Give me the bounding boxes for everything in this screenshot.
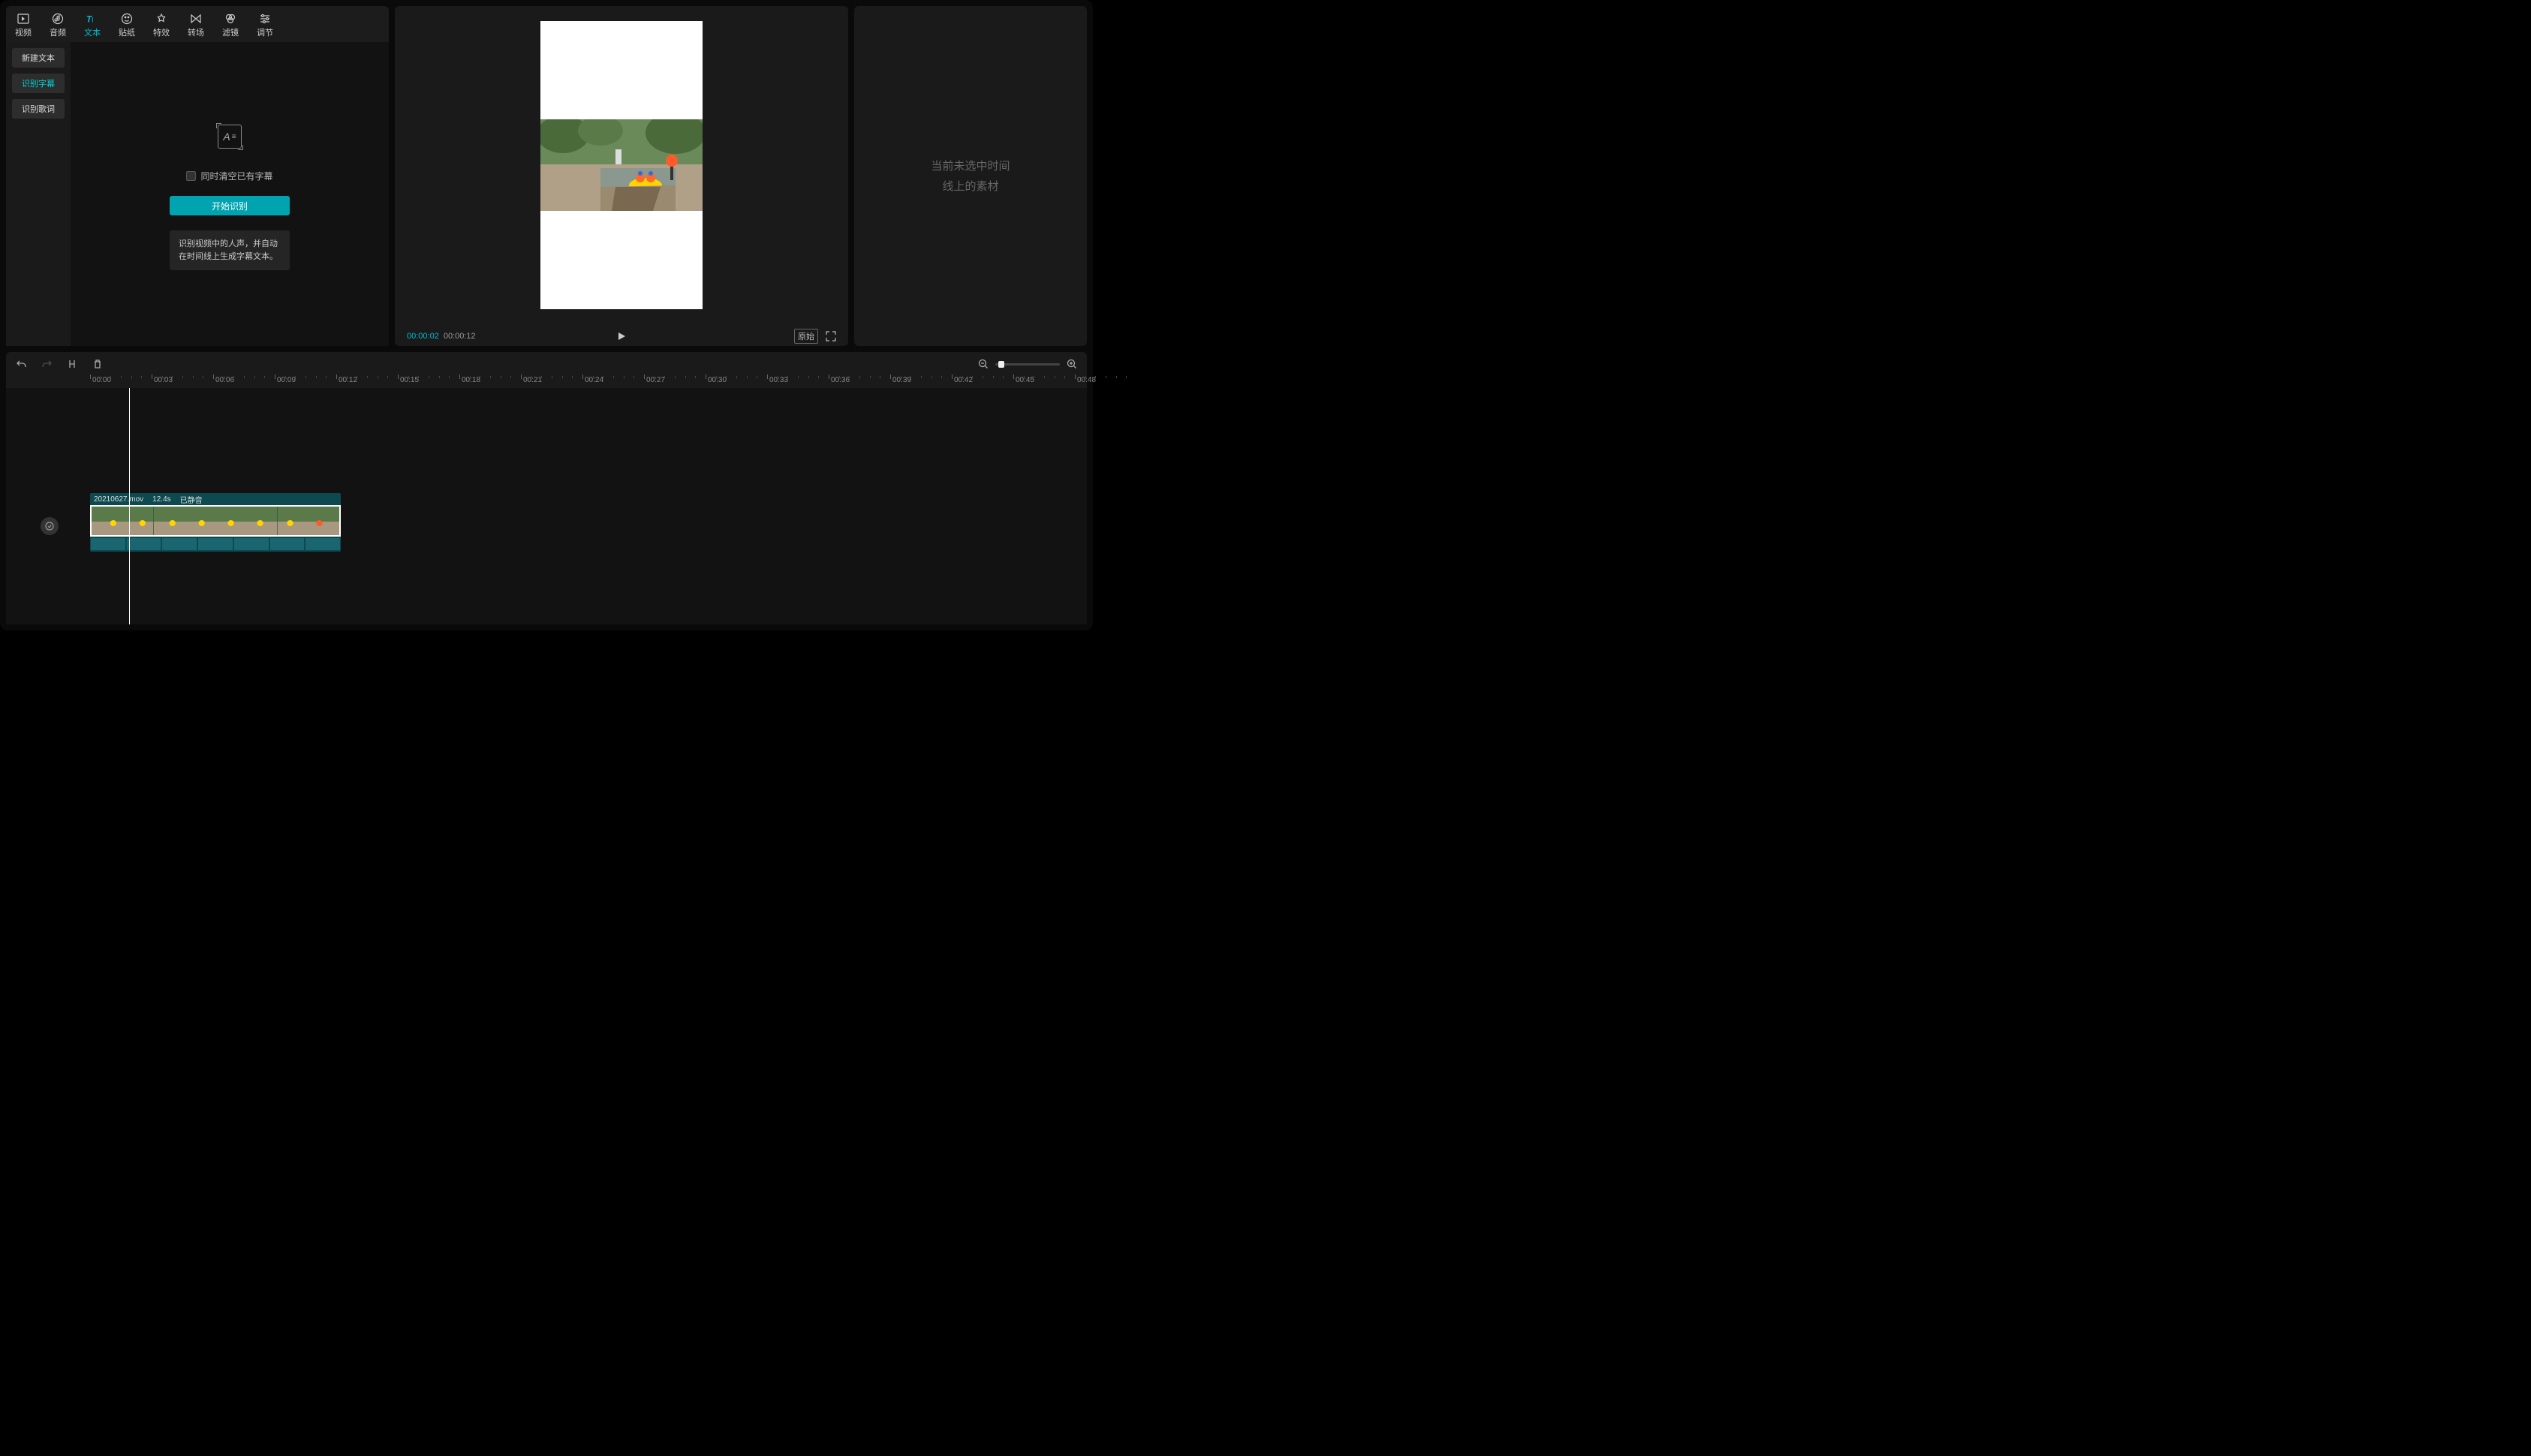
clear-existing-label: 同时清空已有字幕: [200, 170, 272, 182]
sidebar-item-label: 识别字幕: [22, 77, 55, 89]
clear-existing-row[interactable]: 同时清空已有字幕: [186, 170, 272, 182]
clip-header: 20210627.mov 12.4s 已静音: [90, 493, 341, 505]
split-icon[interactable]: [66, 358, 78, 370]
inspector-placeholder-line1: 当前未选中时间: [931, 156, 1010, 176]
timeline-panel: 00:0000:0300:0600:0900:1200:1500:1800:21…: [6, 352, 1087, 624]
top-row: 视频 音频 TI 文本: [6, 6, 1087, 346]
video-clip[interactable]: 20210627.mov 12.4s 已静音: [90, 493, 341, 552]
original-ratio-label: 原始: [798, 332, 814, 341]
sidebar-item-label: 新建文本: [22, 52, 55, 64]
tab-audio-label: 音频: [50, 26, 66, 38]
clip-duration: 12.4s: [152, 495, 170, 504]
start-recognize-label: 开始识别: [212, 200, 248, 212]
inspector-placeholder-line2: 线上的素材: [931, 176, 1010, 197]
timeline-zoom: [977, 358, 1078, 370]
fullscreen-icon[interactable]: [826, 331, 836, 341]
tab-effect-label: 特效: [153, 26, 170, 38]
svg-text:I: I: [92, 16, 93, 23]
zoom-out-icon[interactable]: [977, 358, 989, 370]
app-root: 视频 音频 TI 文本: [0, 0, 1093, 630]
tab-audio[interactable]: 音频: [41, 9, 75, 42]
track-toggle-icon[interactable]: [41, 517, 59, 535]
adjust-icon: [259, 13, 271, 25]
preview-right-controls: 原始: [794, 329, 836, 344]
transition-icon: [190, 13, 202, 25]
undo-icon[interactable]: [15, 358, 27, 370]
tab-effect[interactable]: 特效: [144, 9, 179, 42]
sidebar-item-label: 识别歌词: [22, 103, 55, 115]
sticker-icon: [121, 13, 133, 25]
redo-icon[interactable]: [41, 358, 53, 370]
timeline-toolbar: [6, 352, 1087, 376]
audio-icon: [52, 13, 64, 25]
inspector-placeholder: 当前未选中时间 线上的素材: [931, 156, 1010, 197]
tab-text-label: 文本: [84, 26, 101, 38]
start-recognize-button[interactable]: 开始识别: [170, 196, 290, 215]
tab-video-label: 视频: [15, 26, 32, 38]
tab-filter-label: 滤镜: [222, 26, 239, 38]
tab-filter[interactable]: 滤镜: [213, 9, 248, 42]
video-content-image: [540, 119, 703, 211]
zoom-slider[interactable]: [995, 363, 1060, 366]
subtitle-a-icon: A≡: [218, 125, 242, 149]
sidebar-item-recognize-subtitle[interactable]: 识别字幕: [12, 74, 65, 93]
tab-sticker-label: 贴纸: [119, 26, 135, 38]
sidebar-item-new-text[interactable]: 新建文本: [12, 48, 65, 68]
playhead[interactable]: [129, 388, 130, 624]
top-tabs: 视频 音频 TI 文本: [6, 6, 389, 42]
original-ratio-button[interactable]: 原始: [794, 329, 818, 344]
left-sidebar: 新建文本 识别字幕 识别歌词: [6, 42, 71, 346]
total-time: 00:00:12: [444, 332, 476, 341]
effect-icon: [155, 13, 167, 25]
video-frame: [540, 21, 703, 309]
clip-filename: 20210627.mov: [94, 495, 143, 504]
play-button[interactable]: [617, 332, 626, 341]
sidebar-item-recognize-lyrics[interactable]: 识别歌词: [12, 99, 65, 119]
timeline-body[interactable]: 20210627.mov 12.4s 已静音: [6, 388, 1087, 624]
filter-icon: [224, 13, 236, 25]
preview-controls: 00:00:02 00:00:12 原始: [395, 324, 848, 351]
clip-muted-label: 已静音: [180, 494, 203, 505]
tab-sticker[interactable]: 贴纸: [110, 9, 144, 42]
checkbox-icon[interactable]: [186, 171, 196, 181]
tab-transition[interactable]: 转场: [179, 9, 213, 42]
clip-audio-track: [90, 537, 341, 552]
tab-adjust[interactable]: 调节: [248, 9, 282, 42]
timeline-ruler[interactable]: 00:0000:0300:0600:0900:1200:1500:1800:21…: [6, 376, 1087, 388]
tab-text[interactable]: TI 文本: [75, 9, 110, 42]
hint-text: 识别视频中的人声，并自动在时间线上生成字幕文本。: [170, 230, 290, 270]
text-icon: TI: [86, 13, 98, 25]
tab-video[interactable]: 视频: [6, 9, 41, 42]
inspector-panel: 当前未选中时间 线上的素材: [854, 6, 1087, 346]
tab-adjust-label: 调节: [257, 26, 273, 38]
preview-area[interactable]: [395, 6, 848, 324]
left-panel: 视频 音频 TI 文本: [6, 6, 389, 346]
tab-transition-label: 转场: [188, 26, 204, 38]
subtitle-panel: A≡ 同时清空已有字幕 开始识别 识别视频中的人声，并自动在时间线上生成字幕文本…: [71, 42, 389, 346]
zoom-slider-thumb[interactable]: [998, 361, 1004, 368]
zoom-in-icon[interactable]: [1066, 358, 1078, 370]
video-icon: [17, 13, 29, 25]
current-time: 00:00:02: [407, 332, 439, 341]
preview-panel: 00:00:02 00:00:12 原始: [395, 6, 848, 346]
clip-thumbnails: [90, 505, 341, 537]
left-body: 新建文本 识别字幕 识别歌词 A≡ 同时清空已有字幕 开始识别 识别视频中的人声…: [6, 42, 389, 346]
delete-icon[interactable]: [92, 358, 104, 370]
